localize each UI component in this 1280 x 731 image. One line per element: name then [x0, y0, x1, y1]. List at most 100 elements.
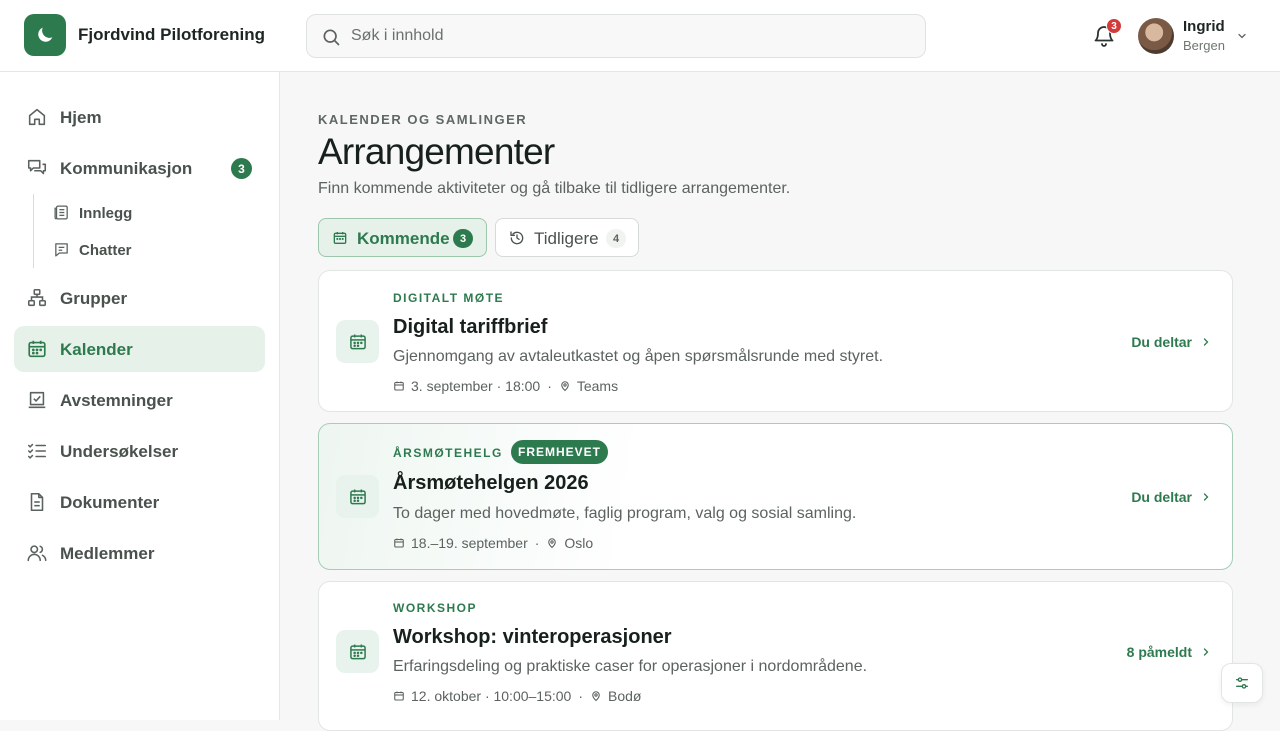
event-category: ÅRSMØTEHELG — [393, 446, 503, 460]
home-icon — [28, 108, 46, 126]
sidebar-item-dokumenter[interactable]: Dokumenter — [14, 479, 265, 525]
tab-label: Tidligere — [534, 229, 599, 248]
chats-icon — [55, 243, 68, 257]
sidebar-subitem-innlegg[interactable]: Innlegg — [50, 197, 250, 227]
user-avatar[interactable] — [1138, 18, 1174, 54]
calendar-icon — [349, 644, 366, 659]
event-attendee-count: 8 påmeldt — [1126, 644, 1192, 660]
search-box[interactable] — [306, 14, 926, 58]
featured-badge: FREMHEVET — [511, 440, 609, 464]
unread-count-badge: 3 — [231, 158, 252, 179]
event-location: Teams — [576, 378, 619, 394]
search-input[interactable] — [351, 15, 911, 57]
event-meta: 12. oktober · 10:00–15:00 · Bodø — [393, 688, 641, 704]
sidebar-item-grupper[interactable]: Grupper — [14, 275, 265, 321]
history-icon — [510, 231, 524, 245]
user-name[interactable]: Ingrid — [1183, 18, 1225, 35]
page-eyebrow: KALENDER OG SAMLINGER — [318, 112, 528, 127]
location-pin-icon — [548, 538, 557, 549]
calendar-small-icon — [394, 538, 404, 548]
event-title[interactable]: Digital tariffbrief — [393, 316, 547, 339]
notification-count-badge: 3 — [1106, 18, 1122, 34]
sidebar-item-hjem[interactable]: Hjem — [14, 94, 265, 140]
subnav-divider — [33, 194, 34, 268]
sidebar-item-label: Avstemninger — [60, 391, 173, 410]
meta-separator: · — [547, 378, 552, 394]
app-brand: Fjordvind Pilotforening — [78, 25, 265, 44]
event-title[interactable]: Workshop: vinteroperasjoner — [393, 626, 672, 649]
event-meta: 18.–19. september · Oslo — [393, 535, 593, 551]
event-category: DIGITALT MØTE — [393, 291, 505, 305]
chevron-down-icon[interactable] — [1236, 30, 1248, 42]
document-icon — [30, 492, 44, 512]
vote-icon — [28, 391, 46, 409]
event-card-featured[interactable]: ÅRSMØTEHELG FREMHEVET Årsmøtehelgen 2026… — [318, 423, 1233, 570]
sidebar-item-medlemmer[interactable]: Medlemmer — [14, 530, 265, 576]
tab-kommende[interactable]: Kommende 3 — [318, 218, 487, 257]
sidebar: Hjem Kommunikasjon 3 Innlegg Chatter Gru… — [0, 72, 280, 720]
event-action-link[interactable]: Du deltar — [1131, 334, 1212, 350]
location-pin-icon — [592, 691, 600, 702]
tab-tidligere[interactable]: Tidligere 4 — [495, 218, 639, 257]
sidebar-subitem-label: Innlegg — [79, 205, 133, 222]
tab-count-badge: 3 — [453, 229, 473, 248]
calendar-icon — [28, 340, 46, 358]
calendar-small-icon — [394, 691, 404, 701]
sidebar-item-kommunikasjon[interactable]: Kommunikasjon 3 — [14, 145, 265, 191]
event-action-link[interactable]: Du deltar — [1131, 489, 1212, 505]
event-description: To dager med hovedmøte, faglig program, … — [393, 505, 857, 522]
event-date: 12. oktober · 10:00–15:00 — [411, 688, 572, 704]
top-bar: Fjordvind Pilotforening 3 Ingrid Bergen — [0, 0, 1280, 72]
event-date: 3. september · 18:00 — [411, 378, 541, 394]
event-category: WORKSHOP — [393, 601, 477, 615]
filter-settings-button[interactable] — [1221, 663, 1263, 703]
sidebar-item-kalender[interactable]: Kalender — [14, 326, 265, 372]
event-action-link[interactable]: 8 påmeldt — [1127, 644, 1212, 660]
calendar-icon — [349, 334, 366, 349]
meta-separator: · — [578, 688, 584, 704]
sidebar-item-label: Undersøkelser — [60, 442, 179, 461]
event-status: Du deltar — [1131, 334, 1192, 350]
moon-icon — [38, 27, 53, 42]
sidebar-item-avstemninger[interactable]: Avstemninger — [14, 377, 265, 423]
sidebar-item-label: Kommunikasjon — [60, 159, 193, 178]
event-location: Bodø — [608, 688, 642, 704]
sidebar-item-label: Grupper — [60, 289, 128, 308]
calendar-icon — [349, 489, 366, 504]
survey-icon — [27, 443, 47, 459]
location-pin-icon — [561, 381, 569, 392]
event-status: Du deltar — [1131, 489, 1192, 505]
event-card[interactable]: WORKSHOP Workshop: vinteroperasjoner Erf… — [318, 581, 1233, 731]
chevron-right-icon — [1203, 648, 1209, 656]
event-description: Erfaringsdeling og praktiske caser for o… — [393, 658, 868, 675]
event-date: 18.–19. september — [411, 535, 528, 551]
page-title: Arrangementer — [318, 131, 555, 172]
event-title[interactable]: Årsmøtehelgen 2026 — [393, 472, 589, 495]
page-subtitle: Finn kommende aktiviteter og gå tilbake … — [318, 180, 791, 197]
sidebar-item-label: Hjem — [60, 108, 102, 127]
event-calendar-tile — [336, 475, 379, 518]
event-card[interactable]: DIGITALT MØTE Digital tariffbrief Gjenno… — [318, 270, 1233, 412]
event-calendar-tile — [336, 320, 379, 363]
event-meta: 3. september · 18:00 · Teams — [393, 378, 618, 394]
posts-icon — [54, 205, 68, 220]
sidebar-subitem-label: Chatter — [79, 242, 132, 259]
calendar-small-icon — [394, 381, 404, 391]
tab-count-badge: 4 — [606, 229, 626, 248]
sidebar-item-undersokelser[interactable]: Undersøkelser — [14, 428, 265, 474]
sidebar-item-label: Kalender — [60, 340, 133, 359]
event-location: Oslo — [564, 535, 594, 551]
sidebar-item-label: Dokumenter — [60, 493, 160, 512]
chat-icon — [27, 159, 47, 175]
sliders-icon — [1236, 677, 1248, 689]
user-location: Bergen — [1183, 38, 1225, 53]
chevron-right-icon — [1203, 338, 1209, 346]
members-icon — [27, 545, 47, 562]
tab-label: Kommende — [357, 229, 450, 248]
search-icon — [323, 29, 340, 46]
sidebar-subitem-chatter[interactable]: Chatter — [50, 234, 250, 264]
calendar-icon — [333, 232, 347, 244]
groups-icon — [27, 288, 47, 307]
meta-separator: · — [534, 535, 540, 551]
app-logo[interactable] — [24, 14, 66, 56]
